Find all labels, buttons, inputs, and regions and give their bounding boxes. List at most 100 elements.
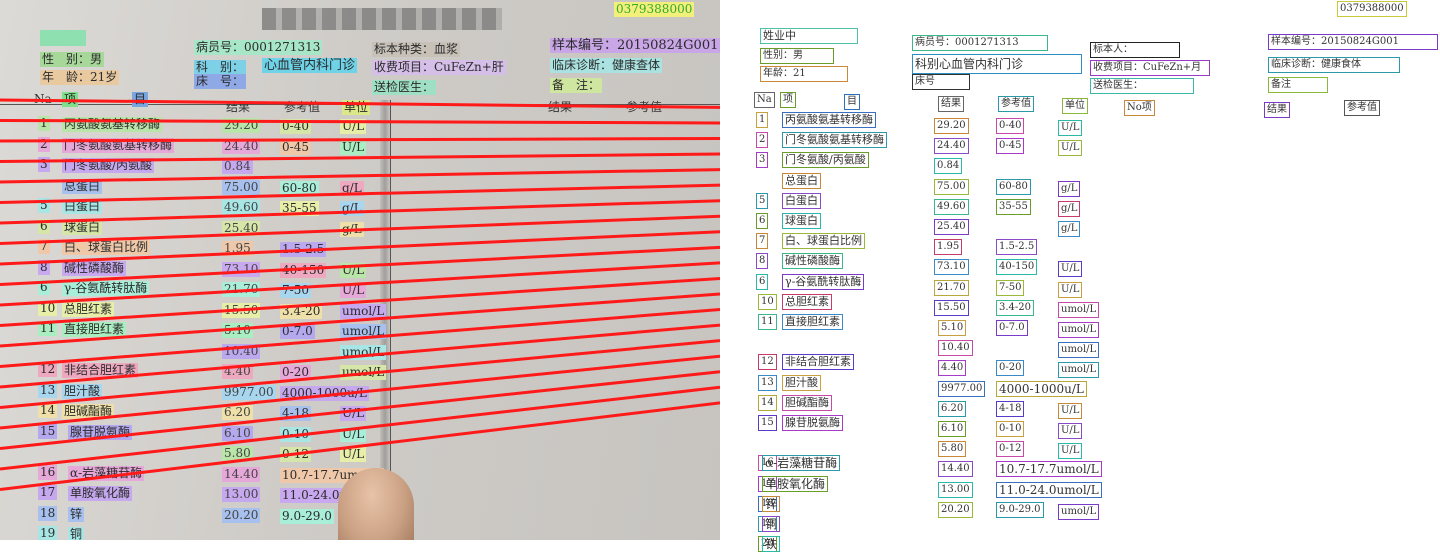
render-row-ref: 4-18 <box>996 400 1025 417</box>
render-patient-no: 病员号：0001271313 <box>912 35 1048 51</box>
render-row-no: 11 <box>758 314 777 330</box>
render-row-no: 6 <box>756 273 769 290</box>
render-col-ref: 参考值 <box>998 96 1034 112</box>
render-row-ref: 0-12 <box>996 441 1025 458</box>
render-col-ref2: 参考值 <box>1344 100 1380 116</box>
render-row-item: 门冬氨酸/丙氨酸 <box>782 152 869 169</box>
render-row-result: 5.10 <box>938 320 967 336</box>
render-doctor: 送检医生： <box>1090 78 1194 94</box>
render-diagnosis: 临床诊断：健康食体 <box>1268 57 1400 73</box>
render-dept: 科别心血管内科门诊 <box>912 54 1082 74</box>
render-row-no: 1 <box>756 112 769 128</box>
render-row-no: 14 <box>758 394 777 411</box>
red-line <box>0 385 720 471</box>
render-row-ref: 60-80 <box>996 178 1031 195</box>
render-age: 年龄：21 <box>760 66 848 82</box>
render-row-result: 24.40 <box>934 138 969 155</box>
render-row-no: 2 <box>756 132 769 149</box>
red-line <box>0 152 720 163</box>
render-row-item: 门冬氨酸氨基转移酶 <box>782 132 887 149</box>
render-row-unit: U/L <box>1058 120 1083 136</box>
render-row-item: 铁 <box>762 536 781 552</box>
render-bed: 床号 <box>912 74 970 90</box>
render-row-result: 75.00 <box>934 178 969 195</box>
render-col-no2: No项 <box>1124 100 1155 116</box>
render-col-result: 结果 <box>938 96 964 112</box>
render-row-result: 20.20 <box>938 501 973 518</box>
render-row-ref: 7-50 <box>996 279 1025 296</box>
render-row-no: 5 <box>756 192 769 209</box>
render-row-item: α-岩藻糖苷酶 <box>762 455 841 472</box>
render-row-unit: U/L <box>1058 261 1083 278</box>
render-row-unit: U/L <box>1058 443 1083 460</box>
render-row-unit: umol/L <box>1058 322 1100 338</box>
render-sex: 性别：男 <box>760 48 834 64</box>
render-row-unit: g/L <box>1058 180 1081 197</box>
render-row-no: 8 <box>756 253 769 270</box>
render-row-item: 白、球蛋白比例 <box>782 233 865 250</box>
render-row-no: 10 <box>758 293 777 310</box>
render-row-ref: 9.0-29.0 <box>996 501 1044 518</box>
render-row-result: 4.40 <box>938 360 967 377</box>
render-col-item: 项 <box>780 92 796 108</box>
render-row-item: γ-谷氨酰转肽酶 <box>782 273 865 290</box>
render-row-result: 1.95 <box>934 239 963 256</box>
render-row-ref: 0-45 <box>996 138 1025 155</box>
red-line <box>0 370 720 450</box>
render-row-ref: 0-20 <box>996 360 1025 377</box>
render-row-item: 铜 <box>762 516 781 532</box>
render-row-no: 12 <box>758 354 777 371</box>
render-row-no: 6 <box>756 213 769 229</box>
render-row-unit: U/L <box>1058 402 1083 419</box>
red-line <box>0 183 720 204</box>
render-row-unit: g/L <box>1058 200 1081 217</box>
render-row-item: 胆碱酯酶 <box>782 394 832 411</box>
render-row-no: 15 <box>758 415 777 431</box>
annotated-photo: 0379388000 病员号：0001271313 标本种类：血浆 样本编号：2… <box>0 0 720 540</box>
red-line <box>0 137 720 143</box>
render-remark: 备注 <box>1268 77 1328 93</box>
render-row-result: 29.20 <box>934 118 969 134</box>
render-row-unit: umol/L <box>1058 503 1100 520</box>
render-row-result: 21.70 <box>934 279 969 296</box>
red-line <box>0 98 720 109</box>
render-row-item: 腺苷脱氨酶 <box>782 415 843 431</box>
red-annotation-lines <box>0 98 720 491</box>
render-row-no: 3 <box>756 152 769 169</box>
render-row-ref: 1.5-2.5 <box>996 239 1038 256</box>
render-row-unit: U/L <box>1058 281 1083 298</box>
render-row-result: 5.80 <box>938 441 967 458</box>
render-col-unit: 单位 <box>1062 98 1088 114</box>
red-line <box>0 168 720 184</box>
render-row-no: 13 <box>758 374 777 391</box>
render-row-result: 0.84 <box>934 158 963 175</box>
red-line <box>0 245 720 286</box>
thumb <box>338 468 414 540</box>
render-row-item: 碱性磷酸酶 <box>782 253 843 270</box>
render-row-no: 7 <box>756 233 769 250</box>
render-charge: 收费项目：CuFeZn+月 <box>1090 60 1210 76</box>
render-row-item: 球蛋白 <box>782 213 821 229</box>
render-row-ref: 0-40 <box>996 118 1025 134</box>
render-phone: 0379388000 <box>1337 1 1407 17</box>
render-row-item: 总胆红素 <box>782 293 832 310</box>
render-name: 姓业中 <box>760 28 858 44</box>
render-col-result2: 结果 <box>1264 102 1290 118</box>
render-row-unit: U/L <box>1058 140 1083 157</box>
render-row-ref: 10.7-17.7umol/L <box>996 461 1102 478</box>
render-row-item: 胆汁酸 <box>782 374 821 391</box>
red-line <box>0 339 720 409</box>
render-row-ref: 11.0-24.0umol/L <box>996 481 1102 498</box>
render-row-ref: 0-7.0 <box>996 320 1028 336</box>
render-row-item: 丙氨酸氨基转移酶 <box>782 112 876 128</box>
red-line <box>0 119 720 125</box>
render-row-item: 非结合胆红素 <box>782 354 854 371</box>
red-line <box>0 323 720 389</box>
render-row-ref: 3.4-20 <box>996 299 1035 316</box>
render-sample-no: 样本编号：20150824G001 <box>1268 34 1438 50</box>
red-line <box>0 230 720 266</box>
render-row-ref: 0-10 <box>996 421 1025 437</box>
render-row-result: 25.40 <box>934 219 969 235</box>
render-row-unit: umol/L <box>1058 362 1100 379</box>
render-row-result: 6.20 <box>938 400 967 417</box>
